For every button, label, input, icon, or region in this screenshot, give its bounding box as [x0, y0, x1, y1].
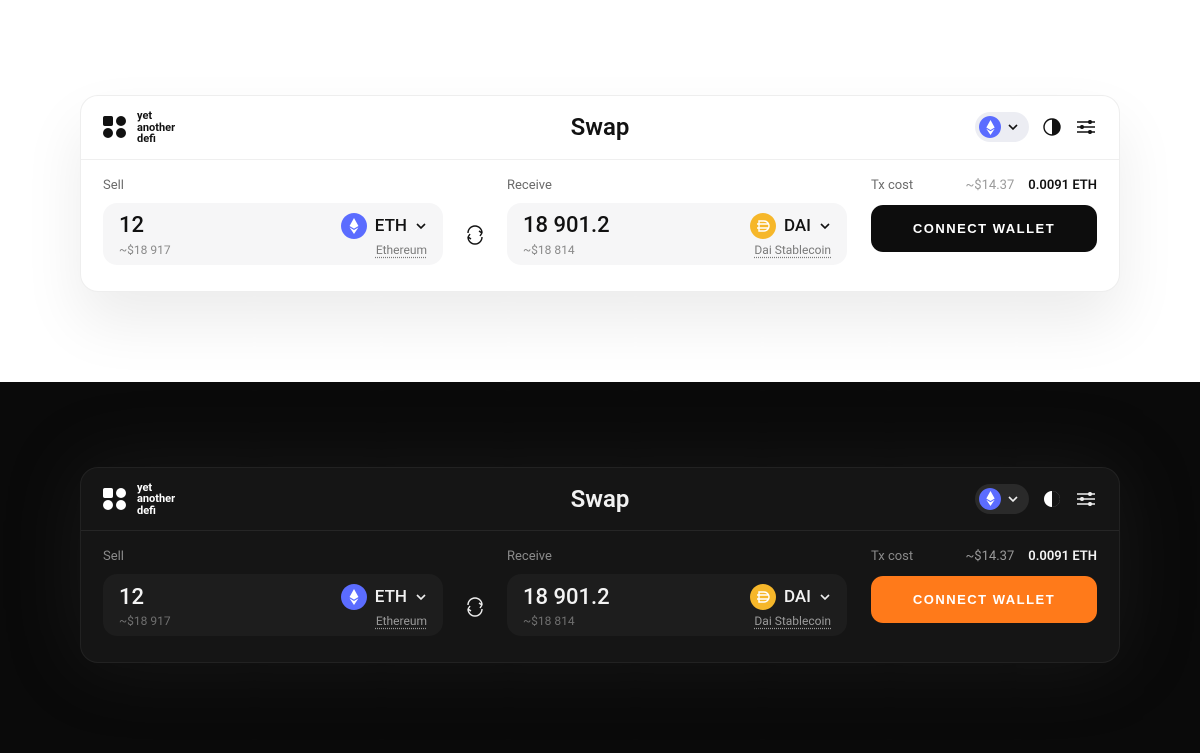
card-body: Sell 12 ETH ~$18 917	[81, 160, 1119, 291]
receive-box: 18 901.2 DAI ~$18 814 Dai Stablecoin	[507, 203, 847, 265]
ethereum-icon	[979, 488, 1001, 510]
swap-card-light: yet another defi Swap	[0, 0, 1200, 382]
txcost-label: Tx cost	[871, 178, 913, 193]
receive-token-selector[interactable]: DAI	[750, 584, 831, 610]
receive-token-selector[interactable]: DAI	[750, 213, 831, 239]
receive-column: Receive 18 901.2 DAI ~$18 814	[507, 178, 847, 265]
sell-token-name-link[interactable]: Ethereum	[376, 614, 427, 628]
chevron-down-icon	[1007, 493, 1019, 505]
brand-mark-icon	[103, 116, 129, 138]
settings-button[interactable]	[1075, 116, 1097, 138]
card-body: Sell 12 ETH ~$18 917	[81, 531, 1119, 662]
tx-cost-column: Tx cost ~$14.37 0.0091 ETH CONNECT WALLE…	[871, 549, 1097, 623]
sell-token-symbol: ETH	[375, 216, 407, 236]
sell-token-selector[interactable]: ETH	[341, 213, 427, 239]
receive-amount: 18 901.2	[523, 585, 610, 610]
network-selector[interactable]	[975, 484, 1029, 514]
sell-label: Sell	[103, 178, 443, 193]
dai-token-icon	[750, 213, 776, 239]
tx-cost-column: Tx cost ~$14.37 0.0091 ETH CONNECT WALLE…	[871, 178, 1097, 252]
sell-box: 12 ETH ~$18 917 Ethereum	[103, 574, 443, 636]
header-controls	[975, 484, 1097, 514]
receive-box: 18 901.2 DAI ~$18 814 Dai Stablecoin	[507, 574, 847, 636]
header-controls	[975, 112, 1097, 142]
page-title: Swap	[571, 485, 630, 513]
swap-card: yet another defi Swap	[80, 467, 1120, 664]
sell-box: 12 ETH ~$18 917 Ethereum	[103, 203, 443, 265]
sell-amount-input[interactable]: 12	[119, 585, 144, 610]
swap-card: yet another defi Swap	[80, 95, 1120, 292]
page-title: Swap	[571, 113, 630, 141]
sell-label: Sell	[103, 549, 443, 564]
receive-amount: 18 901.2	[523, 213, 610, 238]
receive-token-symbol: DAI	[784, 216, 811, 236]
settings-button[interactable]	[1075, 488, 1097, 510]
swap-direction-button[interactable]	[461, 593, 489, 621]
eth-token-icon	[341, 213, 367, 239]
txcost-native: 0.0091 ETH	[1028, 178, 1097, 193]
ethereum-icon	[979, 116, 1001, 138]
receive-label: Receive	[507, 549, 847, 564]
theme-toggle[interactable]	[1041, 116, 1063, 138]
receive-token-symbol: DAI	[784, 587, 811, 607]
sell-usd-value: ~$18 917	[119, 243, 171, 257]
txcost-native: 0.0091 ETH	[1028, 549, 1097, 564]
chevron-down-icon	[415, 220, 427, 232]
swap-card-dark: yet another defi Swap	[0, 382, 1200, 753]
brand-mark-icon	[103, 488, 129, 510]
brand-text: yet another defi	[137, 110, 175, 145]
card-header: yet another defi Swap	[81, 96, 1119, 160]
network-selector[interactable]	[975, 112, 1029, 142]
sell-amount-input[interactable]: 12	[119, 213, 144, 238]
chevron-down-icon	[415, 591, 427, 603]
chevron-down-icon	[819, 220, 831, 232]
sell-token-selector[interactable]: ETH	[341, 584, 427, 610]
receive-token-name-link[interactable]: Dai Stablecoin	[754, 243, 831, 257]
sell-token-symbol: ETH	[375, 587, 407, 607]
connect-wallet-button[interactable]: CONNECT WALLET	[871, 205, 1097, 252]
txcost-label: Tx cost	[871, 549, 913, 564]
brand-text: yet another defi	[137, 482, 175, 517]
connect-wallet-button[interactable]: CONNECT WALLET	[871, 576, 1097, 623]
swap-direction-button[interactable]	[461, 221, 489, 249]
sell-usd-value: ~$18 917	[119, 614, 171, 628]
sell-token-name-link[interactable]: Ethereum	[376, 243, 427, 257]
receive-usd-value: ~$18 814	[523, 614, 575, 628]
card-header: yet another defi Swap	[81, 468, 1119, 532]
brand-logo[interactable]: yet another defi	[103, 110, 175, 145]
brand-logo[interactable]: yet another defi	[103, 482, 175, 517]
chevron-down-icon	[1007, 121, 1019, 133]
eth-token-icon	[341, 584, 367, 610]
receive-usd-value: ~$18 814	[523, 243, 575, 257]
sell-column: Sell 12 ETH ~$18 917	[103, 549, 443, 636]
receive-token-name-link[interactable]: Dai Stablecoin	[754, 614, 831, 628]
theme-toggle[interactable]	[1041, 488, 1063, 510]
chevron-down-icon	[819, 591, 831, 603]
receive-label: Receive	[507, 178, 847, 193]
txcost-usd: ~$14.37	[965, 549, 1014, 564]
dai-token-icon	[750, 584, 776, 610]
sell-column: Sell 12 ETH ~$18 917	[103, 178, 443, 265]
txcost-usd: ~$14.37	[965, 178, 1014, 193]
receive-column: Receive 18 901.2 DAI ~$18 814	[507, 549, 847, 636]
